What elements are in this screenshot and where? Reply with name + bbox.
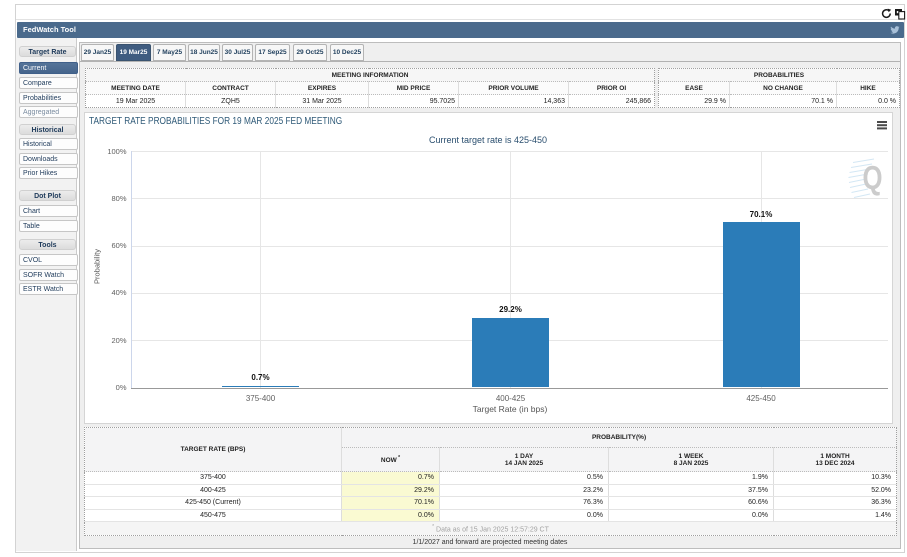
svg-text:Q: Q [863,160,883,197]
